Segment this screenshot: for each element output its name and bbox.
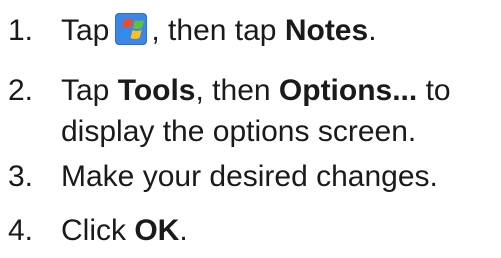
step-punctuation: . <box>179 214 188 247</box>
step-text: to <box>425 74 451 107</box>
step-text: Tap <box>61 74 110 107</box>
step-3: 3. Make your desired changes. <box>8 158 438 196</box>
step-number: 3. <box>8 160 34 193</box>
step-2: 2. Tap Tools, then Options... to <box>8 72 451 110</box>
step-1: 1. Tap , then tap Notes. <box>8 12 377 50</box>
step-4: 4. Click OK. <box>8 212 188 250</box>
step-number: 2. <box>8 74 34 107</box>
step-text: , then <box>195 74 271 107</box>
options-label: Options... <box>278 74 418 107</box>
step-text: Make your desired changes. <box>61 160 438 193</box>
step-text: , then tap <box>151 14 277 47</box>
step-punctuation: . <box>368 14 377 47</box>
step-number: 1. <box>8 14 34 47</box>
windows-start-icon <box>115 13 148 45</box>
step-number: 4. <box>8 214 34 247</box>
notes-label: Notes <box>284 14 369 47</box>
tools-label: Tools <box>117 74 196 107</box>
ok-label: OK <box>134 214 180 247</box>
step-text: Tap <box>61 14 110 47</box>
step-text: Click <box>61 214 126 247</box>
step-2-continuation: display the options screen. <box>61 115 417 148</box>
